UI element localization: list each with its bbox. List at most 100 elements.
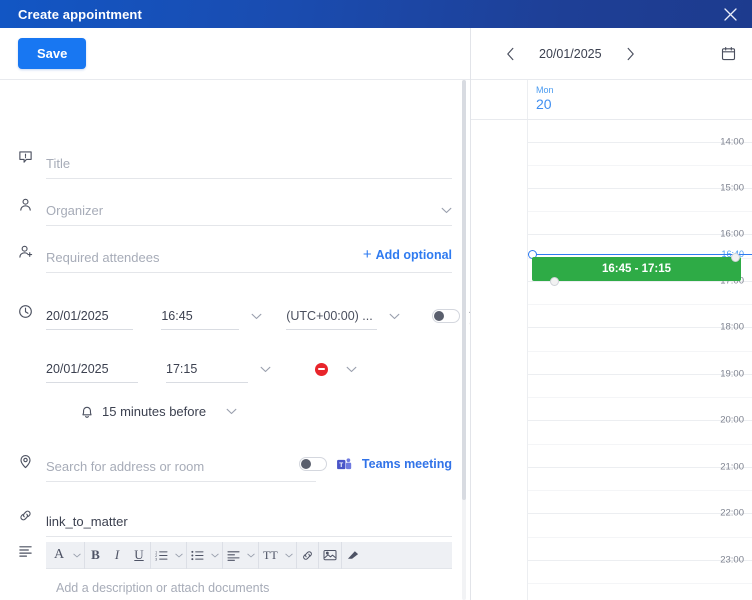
calendar-event-label: 16:45 - 17:15 bbox=[601, 263, 672, 275]
font-family-button[interactable]: A bbox=[48, 542, 70, 569]
hour-label: 14:00 bbox=[720, 136, 744, 148]
end-time-chevron-down-icon[interactable] bbox=[260, 366, 271, 373]
italic-button[interactable]: I bbox=[106, 542, 128, 569]
hour-line bbox=[528, 188, 752, 189]
reminder-chevron-down-icon[interactable] bbox=[226, 408, 237, 415]
day-column-header[interactable]: Mon 20 bbox=[528, 80, 752, 119]
hour-line bbox=[528, 374, 752, 375]
teams-meeting-toggle[interactable] bbox=[298, 457, 327, 471]
calendar-header: 20/01/2025 bbox=[471, 28, 752, 80]
description-textarea[interactable]: Add a description or attach documents bbox=[46, 569, 452, 600]
hour-line bbox=[528, 234, 752, 235]
busy-dash bbox=[318, 368, 325, 370]
text-size-chevron-down-icon[interactable] bbox=[282, 553, 296, 558]
save-button[interactable]: Save bbox=[18, 38, 87, 69]
half-hour-line bbox=[528, 397, 752, 398]
all-day-toggle[interactable] bbox=[432, 309, 461, 323]
half-hour-line bbox=[528, 304, 752, 305]
align-chevron-down-icon[interactable] bbox=[244, 553, 258, 558]
end-date-input[interactable]: 20/01/2025 bbox=[46, 355, 138, 383]
note-icon bbox=[18, 148, 46, 165]
window-title: Create appointment bbox=[18, 6, 142, 22]
hour-line bbox=[528, 420, 752, 421]
align-button[interactable] bbox=[222, 541, 244, 569]
person-icon bbox=[18, 195, 46, 212]
attendees-placeholder: Required attendees bbox=[46, 249, 160, 265]
hour-line bbox=[528, 560, 752, 561]
numbered-list-chevron-down-icon[interactable] bbox=[172, 553, 186, 558]
field-start-datetime: 20/01/2025 16:45 (UTC+00:00) ... bbox=[18, 302, 470, 330]
underline-button[interactable]: U bbox=[128, 542, 150, 569]
bullet-list-chevron-down-icon[interactable] bbox=[208, 553, 222, 558]
current-time-line bbox=[528, 254, 752, 255]
reminder-value[interactable]: 15 minutes before bbox=[102, 404, 206, 419]
insert-link-button[interactable] bbox=[295, 541, 318, 569]
link-icon bbox=[18, 506, 46, 523]
calendar-icon[interactable] bbox=[721, 46, 736, 61]
calendar-day-header: Mon 20 bbox=[471, 80, 752, 120]
hour-label: 20:00 bbox=[720, 414, 744, 426]
timezone-select[interactable]: (UTC+00:00) ... bbox=[286, 302, 378, 330]
hour-label: 19:00 bbox=[720, 368, 744, 380]
bullet-list-button[interactable] bbox=[186, 541, 208, 569]
organizer-placeholder: Organizer bbox=[46, 202, 104, 218]
teams-meeting-control: T Teams meeting bbox=[298, 457, 452, 471]
end-time-value: 17:15 bbox=[166, 361, 198, 376]
chevron-left-icon[interactable] bbox=[497, 47, 523, 61]
day-weekday: Mon bbox=[536, 85, 554, 95]
title-input[interactable]: Title bbox=[46, 148, 452, 179]
start-time-value: 16:45 bbox=[161, 308, 193, 323]
field-reminder: 15 minutes before bbox=[18, 404, 452, 419]
location-input[interactable]: Search for address or room bbox=[46, 452, 316, 482]
time-gutter bbox=[471, 120, 528, 600]
hour-label: 18:00 bbox=[720, 321, 744, 333]
calendar-date-label[interactable]: 20/01/2025 bbox=[539, 47, 602, 61]
start-time-input[interactable]: 16:45 bbox=[161, 302, 240, 330]
chevron-down-icon[interactable] bbox=[441, 207, 452, 214]
busy-status-icon[interactable] bbox=[315, 362, 328, 376]
hour-label: 22:00 bbox=[720, 507, 744, 519]
status-chevron-down-icon[interactable] bbox=[346, 366, 357, 373]
chevron-right-icon[interactable] bbox=[618, 47, 644, 61]
calendar-panel: 20/01/2025 Mon 20 14:00 15:00 16:00 17:0… bbox=[471, 28, 752, 600]
link-input[interactable]: link_to_matter bbox=[46, 506, 452, 537]
timezone-chevron-down-icon[interactable] bbox=[389, 313, 400, 320]
insert-image-button[interactable] bbox=[317, 541, 341, 569]
half-hour-line bbox=[528, 583, 752, 584]
form-scrollbar[interactable] bbox=[462, 80, 466, 600]
font-family-chevron-down-icon[interactable] bbox=[70, 553, 84, 558]
event-resize-handle-top[interactable] bbox=[731, 253, 740, 262]
hour-line bbox=[528, 281, 752, 282]
hour-label: 23:00 bbox=[720, 554, 744, 566]
field-attendees: Required attendees + Add optional bbox=[18, 242, 452, 273]
end-time-input[interactable]: 17:15 bbox=[166, 355, 248, 383]
hour-line bbox=[528, 142, 752, 143]
day-header-gutter bbox=[471, 80, 528, 119]
timezone-value: (UTC+00:00) ... bbox=[286, 308, 373, 323]
window-titlebar: Create appointment bbox=[0, 0, 752, 28]
field-link: link_to_matter bbox=[18, 506, 452, 537]
half-hour-line bbox=[528, 444, 752, 445]
location-pin-icon bbox=[18, 452, 46, 469]
start-time-chevron-down-icon[interactable] bbox=[251, 313, 262, 320]
numbered-list-button[interactable]: 1 2 3 bbox=[150, 541, 172, 569]
event-resize-handle-bottom[interactable] bbox=[550, 277, 559, 286]
hour-label: 15:00 bbox=[720, 182, 744, 194]
svg-text:T: T bbox=[339, 462, 343, 469]
start-date-input[interactable]: 20/01/2025 bbox=[46, 302, 134, 330]
svg-text:3: 3 bbox=[155, 557, 157, 560]
organizer-input[interactable]: Organizer bbox=[46, 195, 452, 226]
clock-icon bbox=[18, 302, 46, 319]
close-icon[interactable] bbox=[720, 4, 740, 24]
clear-format-eraser-icon[interactable] bbox=[340, 541, 364, 569]
editor-toolbar: A B I U 1 2 3 TT bbox=[46, 541, 452, 569]
calendar-event[interactable]: 16:45 - 17:15 bbox=[532, 257, 741, 281]
title-placeholder: Title bbox=[46, 155, 71, 171]
teams-meeting-label[interactable]: Teams meeting bbox=[362, 457, 452, 471]
add-optional-button[interactable]: + Add optional bbox=[363, 247, 452, 262]
text-size-button[interactable]: TT bbox=[258, 541, 282, 569]
plus-icon: + bbox=[362, 246, 372, 263]
bold-button[interactable]: B bbox=[84, 541, 106, 569]
form-scrollbar-thumb[interactable] bbox=[462, 80, 466, 500]
